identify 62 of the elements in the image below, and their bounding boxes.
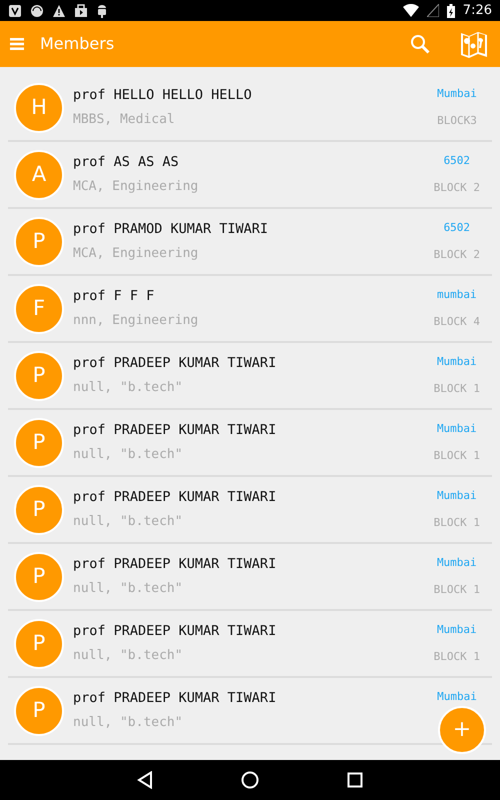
app-title: Members	[40, 33, 114, 55]
member-name: prof HELLO HELLO HELLO	[73, 86, 252, 106]
briefcase-icon	[74, 4, 88, 18]
member-city: Mumbai	[436, 86, 478, 102]
wifi-icon	[402, 4, 419, 17]
member-details: MCA, Engineering	[73, 178, 198, 196]
app-icon	[8, 4, 22, 18]
home-icon[interactable]	[241, 771, 259, 789]
battery-icon	[446, 4, 455, 18]
member-details: nnn, Engineering	[73, 312, 198, 330]
block-label: BLOCK 1	[434, 380, 480, 396]
member-city: Mumbai	[436, 622, 478, 638]
avatar-initial: P	[14, 552, 64, 602]
member-city: Mumbai	[436, 689, 478, 705]
member-name: prof PRADEEP KUMAR TIWARI	[73, 555, 276, 574]
clock-time: 7:26	[462, 2, 492, 20]
block-label: BLOCK 2	[434, 180, 480, 196]
member-details: null, "b.tech"	[73, 647, 184, 666]
add-button[interactable]: +	[438, 706, 486, 754]
avatar-initial: H	[14, 82, 64, 132]
member-name: prof PRADEEP KUMAR TIWARI	[73, 354, 276, 374]
member-name: prof AS AS AS	[73, 153, 180, 172]
avatar-initial: P	[14, 418, 64, 468]
member-details: null, "b.tech"	[73, 714, 184, 732]
avatar-initial: P	[14, 686, 64, 736]
member-details: MBBS, Medical	[73, 111, 176, 130]
avatar-initial: F	[14, 284, 64, 334]
member-city: Mumbai	[436, 488, 478, 504]
warning-icon	[52, 4, 66, 18]
member-details: null, "b.tech"	[73, 446, 184, 464]
member-name: prof PRADEEP KUMAR TIWARI	[73, 622, 276, 642]
avatar-initial: P	[14, 618, 64, 668]
member-details: null, "b.tech"	[73, 513, 184, 532]
avatar-initial: P	[14, 216, 64, 266]
block-label: BLOCK 2	[434, 246, 480, 262]
recents-icon[interactable]	[347, 772, 363, 788]
member-name: prof PRADEEP KUMAR TIWARI	[73, 421, 276, 440]
block-label: BLOCK 1	[434, 448, 480, 464]
avatar-initial: P	[14, 484, 64, 534]
member-city: Mumbai	[436, 555, 478, 571]
member-details: null, "b.tech"	[73, 379, 184, 398]
avatar-initial: P	[14, 350, 64, 400]
member-name: prof PRADEEP KUMAR TIWARI	[73, 689, 276, 708]
block-label: BLOCK 4	[434, 314, 480, 330]
block-label: BLOCK 1	[434, 514, 480, 530]
member-name: prof PRAMOD KUMAR TIWARI	[73, 220, 268, 240]
member-name: prof F F F	[73, 287, 156, 306]
block-label: BLOCK 1	[434, 648, 480, 664]
member-city: Mumbai	[436, 354, 478, 370]
member-details: MCA, Engineering	[73, 245, 200, 264]
member-city: Mumbai	[436, 421, 478, 437]
block-label: BLOCK 1	[434, 582, 480, 598]
member-city: 6502	[442, 220, 472, 236]
signal-icon	[426, 4, 439, 17]
member-name: prof PRADEEP KUMAR TIWARI	[73, 488, 276, 508]
member-city: mumbai	[436, 287, 478, 303]
block-label: BLOCK3	[436, 112, 478, 128]
back-icon[interactable]	[137, 771, 153, 789]
globe-icon	[30, 4, 44, 18]
member-details: null, "b.tech"	[73, 580, 184, 598]
member-city: 6502	[442, 153, 472, 169]
avatar-initial: A	[14, 150, 64, 200]
